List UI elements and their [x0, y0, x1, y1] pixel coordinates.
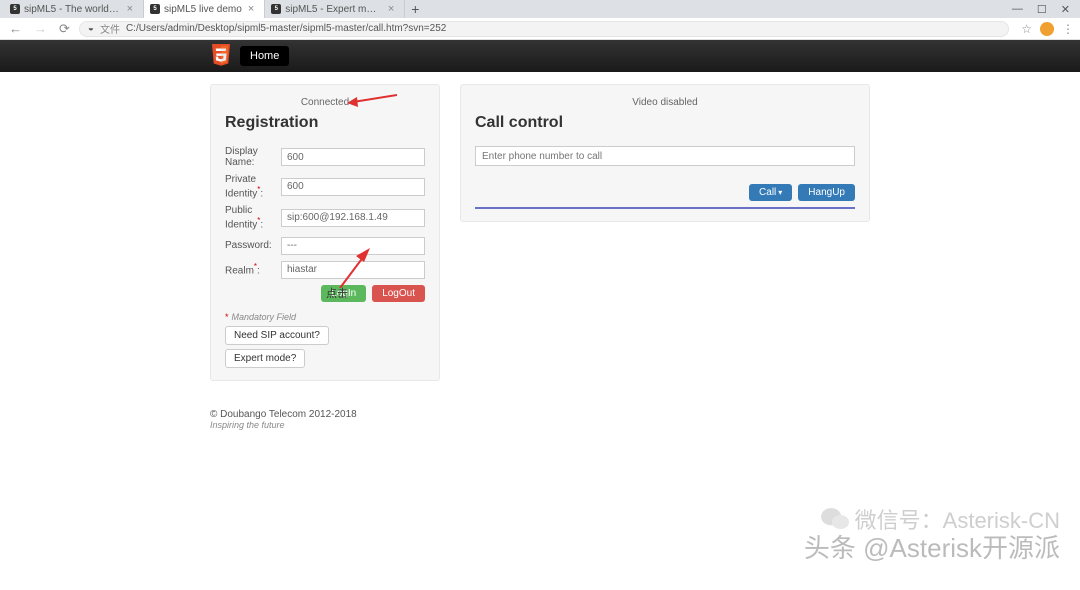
back-button[interactable]: ←: [6, 21, 25, 36]
close-icon[interactable]: ×: [248, 3, 254, 15]
url-input[interactable]: ◒ 文件 C:/Users/admin/Desktop/sipml5-maste…: [79, 21, 1009, 37]
private-identity-input[interactable]: [281, 178, 425, 196]
tab-title: sipML5 - Expert mode: [285, 4, 382, 15]
slogan: Inspiring the future: [210, 420, 870, 430]
reload-button[interactable]: ⟳: [56, 21, 73, 37]
browser-tab-1[interactable]: 5 sipML5 live demo ×: [144, 0, 265, 18]
minimize-button[interactable]: —: [1012, 3, 1023, 16]
realm-label: Realm*:: [225, 262, 281, 276]
public-identity-input[interactable]: [281, 209, 425, 227]
favicon-icon: 5: [271, 4, 281, 14]
watermark-toutiao: 头条 @Asterisk开源派: [804, 528, 1060, 565]
top-navbar: Home: [0, 40, 1080, 72]
profile-avatar[interactable]: [1040, 22, 1054, 36]
logout-button[interactable]: LogOut: [372, 285, 425, 302]
hangup-button[interactable]: HangUp: [798, 184, 855, 201]
display-name-label: Display Name:: [225, 146, 281, 168]
close-icon[interactable]: ×: [388, 3, 394, 15]
favicon-icon: 5: [10, 4, 20, 14]
browser-tab-bar: 5 sipML5 - The world's first ope × 5 sip…: [0, 0, 1080, 18]
browser-tab-2[interactable]: 5 sipML5 - Expert mode ×: [265, 0, 405, 18]
chevron-down-icon: ▾: [778, 188, 782, 197]
video-status: Video disabled: [475, 97, 855, 108]
url-prefix: 文件: [100, 21, 120, 36]
phone-number-input[interactable]: [475, 146, 855, 166]
display-name-input[interactable]: [281, 148, 425, 166]
registration-panel: Connected Registration Display Name: Pri…: [210, 84, 440, 381]
password-label: Password:: [225, 240, 281, 251]
tab-title: sipML5 live demo: [164, 4, 242, 15]
call-control-panel: Video disabled Call control Call▾ HangUp: [460, 84, 870, 222]
need-sip-button[interactable]: Need SIP account?: [225, 326, 329, 345]
expert-mode-button[interactable]: Expert mode?: [225, 349, 305, 368]
url-text: C:/Users/admin/Desktop/sipml5-master/sip…: [126, 23, 446, 34]
maximize-button[interactable]: ☐: [1037, 3, 1047, 16]
tab-title: sipML5 - The world's first ope: [24, 4, 121, 15]
copyright: © Doubango Telecom 2012-2018: [210, 409, 870, 420]
annotation-arrow-icon: [347, 92, 397, 110]
close-icon[interactable]: ×: [127, 3, 133, 15]
public-identity-label: Public Identity*:: [225, 205, 281, 230]
footer: © Doubango Telecom 2012-2018 Inspiring t…: [0, 381, 1080, 430]
favicon-icon: 5: [150, 4, 160, 14]
forward-button[interactable]: →: [31, 21, 50, 36]
private-identity-label: Private Identity*:: [225, 174, 281, 199]
call-button[interactable]: Call▾: [749, 184, 792, 201]
annotation-arrow-icon: [334, 248, 370, 288]
new-tab-button[interactable]: +: [405, 1, 425, 17]
home-nav-link[interactable]: Home: [240, 46, 289, 66]
browser-tab-0[interactable]: 5 sipML5 - The world's first ope ×: [4, 0, 144, 18]
mandatory-hint: *Mandatory Field: [225, 312, 425, 322]
menu-icon[interactable]: ⋮: [1062, 22, 1074, 36]
close-window-button[interactable]: ✕: [1061, 3, 1070, 16]
registration-title: Registration: [225, 114, 425, 132]
html5-logo-icon: [210, 44, 232, 68]
file-icon: ◒: [88, 23, 94, 34]
address-bar: ← → ⟳ ◒ 文件 C:/Users/admin/Desktop/sipml5…: [0, 18, 1080, 40]
call-control-title: Call control: [475, 114, 855, 132]
annotation-click-label: 点击: [326, 285, 348, 301]
star-icon[interactable]: ☆: [1021, 22, 1032, 36]
